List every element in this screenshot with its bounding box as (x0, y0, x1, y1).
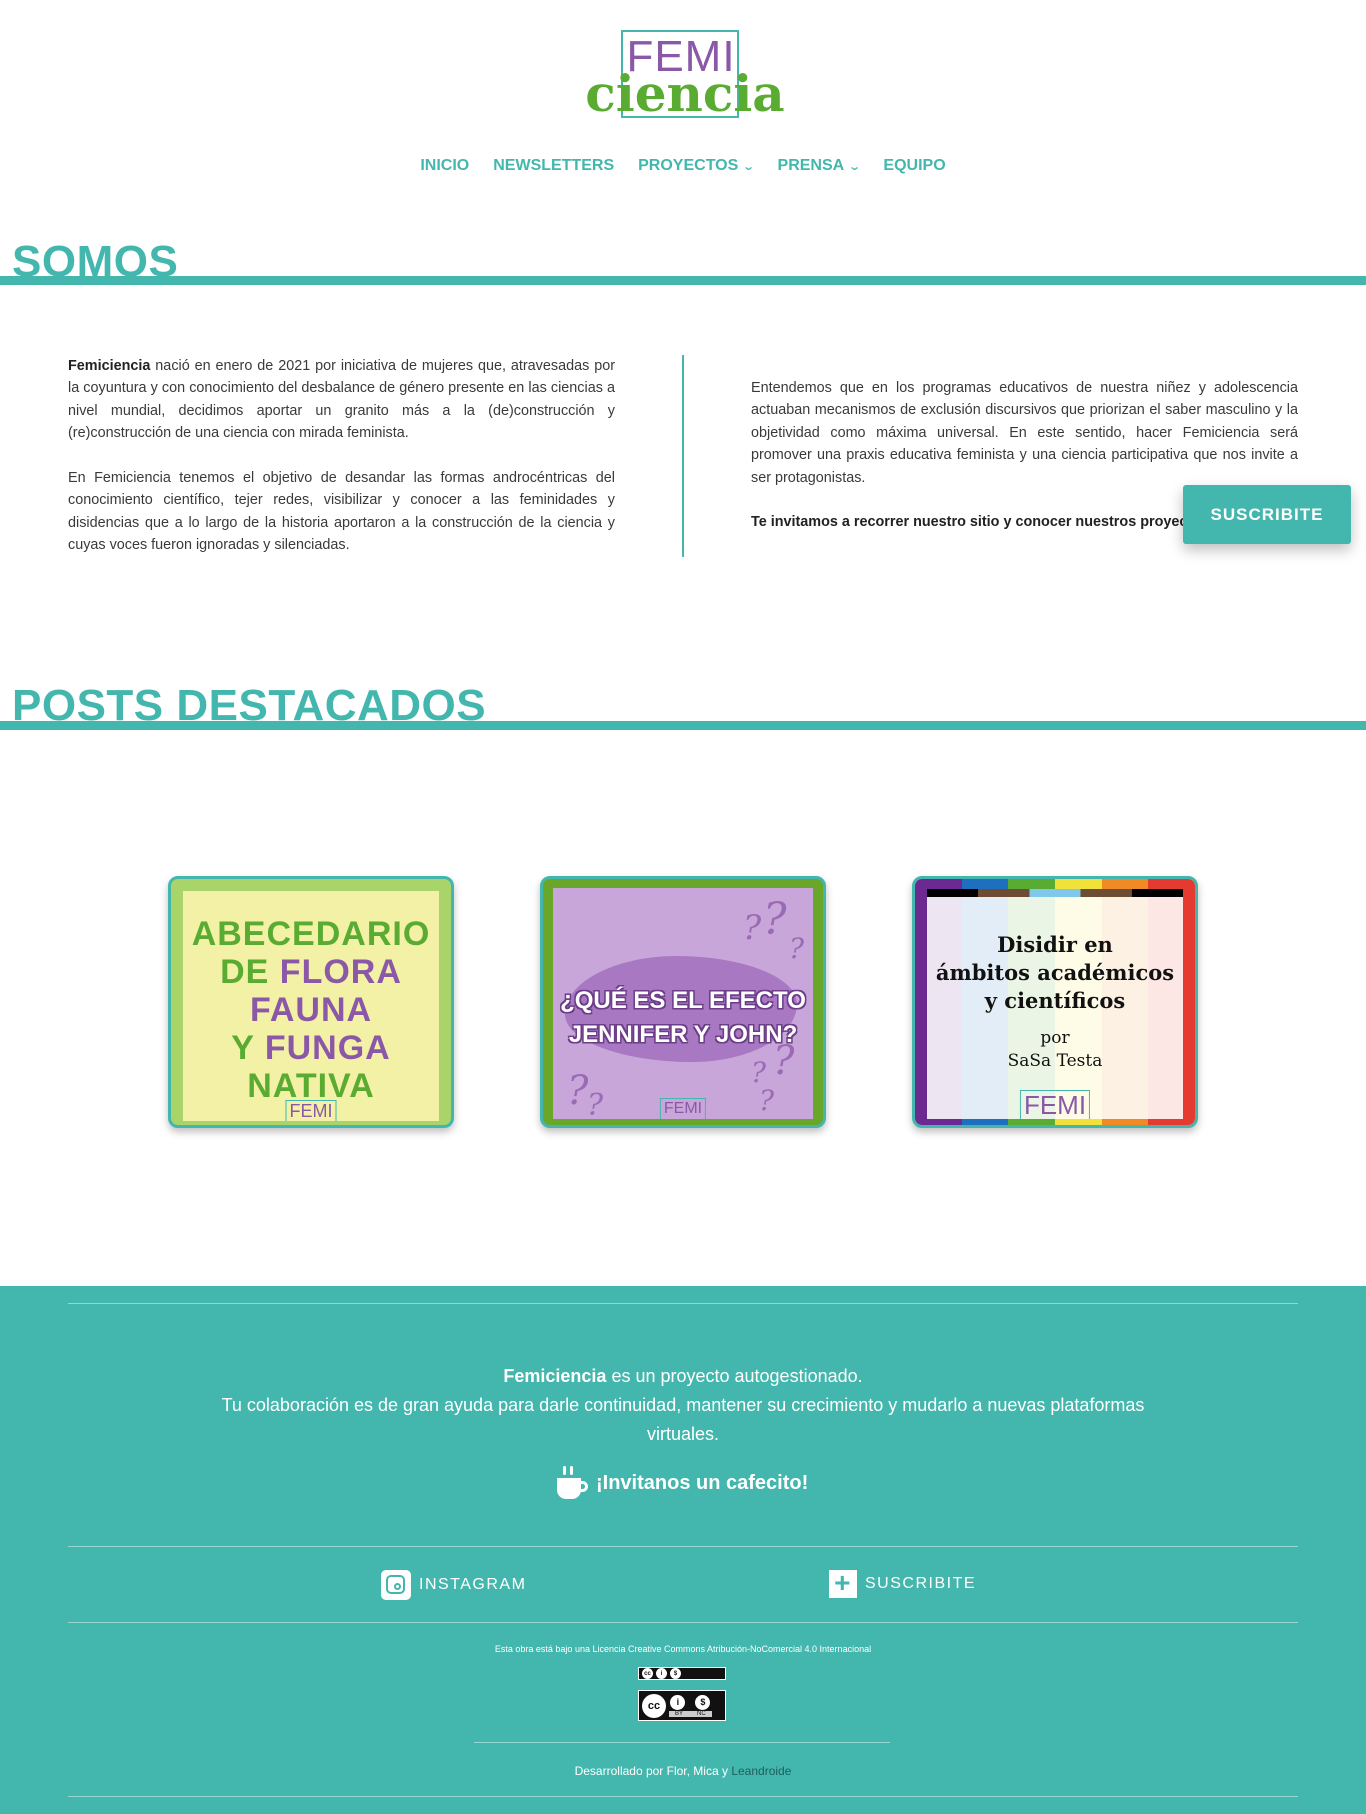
nav-label: PRENSA (777, 157, 845, 174)
column-divider (682, 355, 684, 557)
title-line: ABECEDARIO (191, 915, 431, 953)
developer-credit: Desarrollado por Flor, Mica y Leandroide (0, 1764, 1366, 1778)
author-name: SaSa Testa (1007, 1051, 1103, 1071)
title-word: DE (220, 953, 280, 991)
footer-line: es un proyecto autogestionado. (606, 1366, 863, 1386)
site-footer: Femiciencia es un proyecto autogestionad… (0, 1286, 1366, 1814)
title-line: y científicos (984, 988, 1126, 1013)
title-line: Disidir en (997, 932, 1113, 957)
title-word: FUNGA (264, 1029, 391, 1067)
question-mark-decoration: ? (759, 1084, 775, 1117)
nav-label: NEWSLETTERS (493, 157, 615, 174)
nav-item-proyectos[interactable]: PROYECTOS ⌄ (638, 157, 756, 175)
cafecito-link[interactable]: ¡Invitanos un cafecito! (556, 1466, 808, 1500)
cc-icon: cc (642, 1693, 666, 1718)
chevron-down-icon: ⌄ (742, 160, 756, 173)
attribution-icon: i (670, 1694, 686, 1710)
question-mark-decoration: ? (773, 1038, 795, 1084)
instagram-label: INSTAGRAM (419, 1576, 527, 1593)
post-title: Disidir en ámbitos académicos y científi… (927, 931, 1183, 1015)
somos-paragraph-1: Femiciencia nació en enero de 2021 por i… (68, 355, 615, 445)
noncommercial-icon: $ (670, 1668, 681, 1679)
footer-divider (68, 1622, 1298, 1623)
developer-link[interactable]: Leandroide (731, 1764, 791, 1778)
post-image: ? ? ? ¿QUÉ ES EL EFECTO JENNIFER Y JOHN?… (553, 888, 813, 1123)
credit-text: Desarrollado por Flor, Mica y (574, 1764, 732, 1778)
nav-item-inicio[interactable]: INICIO (420, 157, 469, 175)
footer-divider (68, 1303, 1298, 1304)
subscribe-floating-button[interactable]: SUSCRIBITE (1183, 485, 1351, 544)
brand-name: Femiciencia (503, 1366, 607, 1386)
badge-icons: i $ BY NC (669, 1694, 712, 1717)
cc-license-badge[interactable]: cc i $ BY NC (638, 1690, 726, 1721)
post-card-disidir[interactable]: Disidir en ámbitos académicos y científi… (912, 876, 1198, 1128)
somos-left-column: Femiciencia nació en enero de 2021 por i… (68, 355, 615, 579)
post-title: ABECEDARIO DE FLORA FAUNA Y FUNGA NATIVA (183, 915, 439, 1105)
title-line: ¿QUÉ ES EL EFECTO (560, 987, 806, 1014)
question-mark-decoration: ? (567, 1068, 589, 1114)
femi-logo-tag: FEMI (659, 1098, 707, 1119)
somos-paragraph-3: Entendemos que en los programas educativ… (751, 380, 1298, 486)
question-mark-decoration: ? (789, 932, 805, 965)
site-logo[interactable]: FEMI ciencia (580, 26, 790, 123)
posts-divider-bar (0, 721, 1366, 730)
somos-paragraph-2: En Femiciencia tenemos el objetivo de de… (68, 470, 615, 554)
chevron-down-icon: ⌄ (848, 160, 862, 173)
flag-top-stripe (927, 889, 1183, 897)
nav-label: EQUIPO (883, 157, 946, 174)
badge-nc-label: NC (697, 1710, 706, 1717)
post-card-abecedario[interactable]: ABECEDARIO DE FLORA FAUNA Y FUNGA NATIVA… (168, 876, 454, 1128)
badge-label-row: BY NC (669, 1710, 712, 1717)
cafecito-label: ¡Invitanos un cafecito! (596, 1471, 809, 1494)
badge-by-label: BY (675, 1710, 684, 1717)
subscribe-label: SUSCRIBITE (865, 1575, 977, 1592)
badge-icon-row: i $ (670, 1694, 711, 1710)
title-line: FAUNA (249, 991, 373, 1029)
nav-item-equipo[interactable]: EQUIPO (883, 157, 945, 175)
title-word: Y (231, 1029, 265, 1067)
paragraph-text: nació en enero de 2021 por iniciativa de… (68, 358, 615, 442)
footer-divider (68, 1796, 1298, 1797)
attribution-icon: i (656, 1668, 667, 1679)
femi-logo-tag: FEMI (285, 1100, 337, 1121)
footer-message: Femiciencia es un proyecto autogestionad… (0, 1362, 1366, 1449)
instagram-link[interactable]: INSTAGRAM (381, 1570, 526, 1600)
footer-divider (68, 1546, 1298, 1547)
license-notice[interactable]: Esta obra está bajo una Licencia Creativ… (0, 1644, 1366, 1654)
footer-divider-short (474, 1742, 890, 1743)
question-mark-decoration: ? (587, 1088, 604, 1123)
cc-icon: cc (642, 1668, 653, 1679)
nav-label: INICIO (420, 157, 470, 174)
main-nav: INICIO NEWSLETTERS PROYECTOS ⌄ PRENSA ⌄ EQ… (0, 157, 1366, 175)
post-card-efecto-jennifer-john[interactable]: ? ? ? ¿QUÉ ES EL EFECTO JENNIFER Y JOHN?… (540, 876, 826, 1128)
footer-subscribe-link[interactable]: + SUSCRIBITE (829, 1569, 977, 1598)
post-image: Disidir en ámbitos académicos y científi… (927, 889, 1183, 1119)
cc-license-badge-small[interactable]: cc i $ (638, 1667, 726, 1680)
logo-ciencia-text: ciencia (585, 64, 785, 123)
title-word: FLORA (279, 953, 402, 991)
femi-logo-tag: FEMI (1019, 1090, 1091, 1119)
post-image: ABECEDARIO DE FLORA FAUNA Y FUNGA NATIVA… (183, 891, 439, 1121)
somos-divider-bar (0, 276, 1366, 285)
question-mark-decoration: ? (763, 894, 787, 945)
plus-icon: + (829, 1569, 857, 1598)
noncommercial-icon: $ (695, 1694, 711, 1710)
instagram-icon (381, 1570, 411, 1600)
nav-item-newsletters[interactable]: NEWSLETTERS (493, 157, 614, 175)
nav-item-prensa[interactable]: PRENSA ⌄ (777, 157, 862, 175)
footer-line: Tu colaboración es de gran ayuda para da… (221, 1395, 1145, 1444)
nav-label: PROYECTOS (638, 157, 739, 174)
brand-name: Femiciencia (68, 358, 151, 374)
coffee-cup-icon (556, 1466, 588, 1500)
author-prefix: por (1040, 1028, 1070, 1048)
post-author: por SaSa Testa (927, 1027, 1183, 1073)
question-mark-decoration: ? (743, 908, 762, 948)
title-line: ámbitos académicos (935, 960, 1175, 985)
